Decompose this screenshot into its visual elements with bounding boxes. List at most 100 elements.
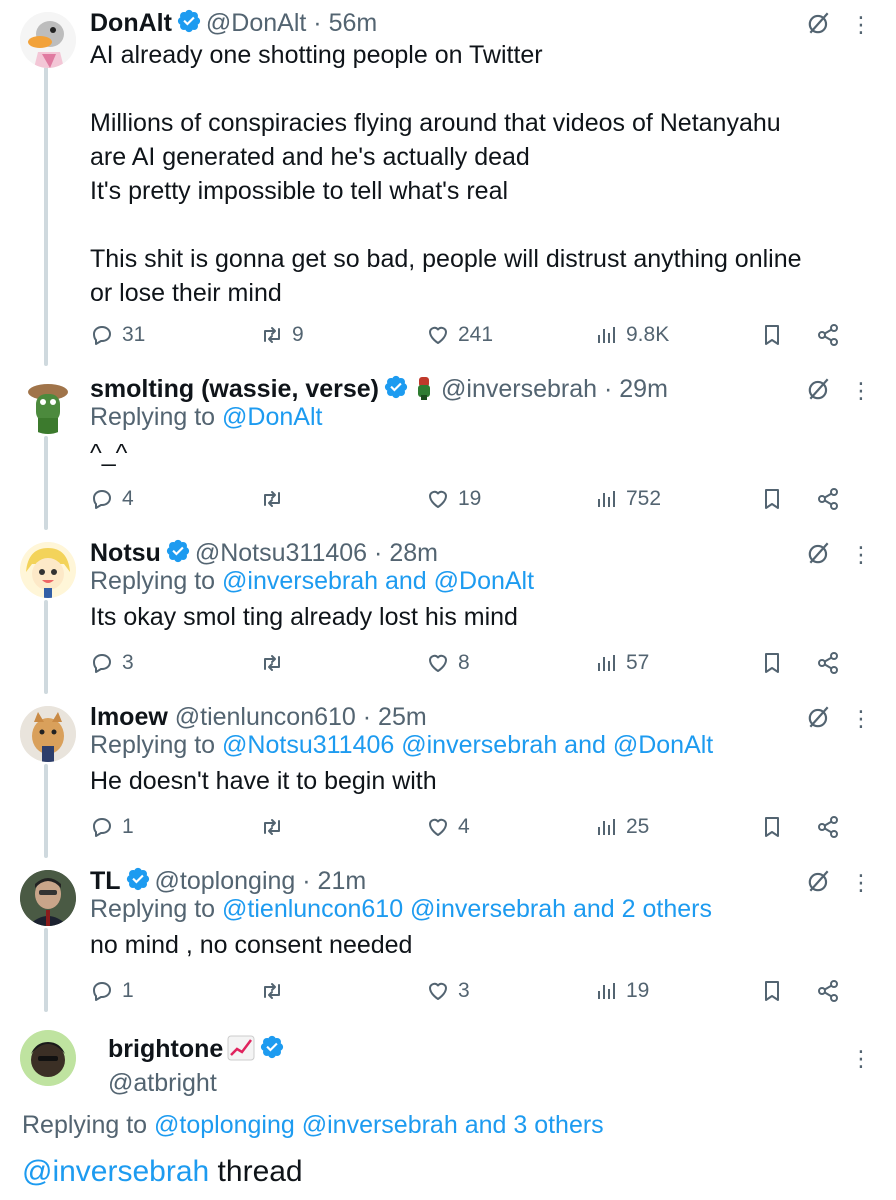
share-button[interactable] [816, 484, 840, 514]
views-icon [598, 655, 615, 671]
grok-icon[interactable] [806, 868, 832, 894]
replying-to-label: Replying to [90, 895, 216, 923]
share-button[interactable] [816, 976, 840, 1006]
heart-icon [429, 326, 447, 344]
tweet-text: AI already one shotting people on Twitte… [90, 41, 802, 307]
tweet-text: no mind , no consent needed [90, 931, 413, 959]
reply-icon [93, 982, 111, 1001]
retweet-button[interactable]: 9 [260, 320, 304, 350]
avatar[interactable] [20, 12, 76, 68]
display-name[interactable]: DonAlt [90, 9, 172, 37]
like-button[interactable]: 8 [426, 648, 470, 678]
reply-button[interactable]: 1 [90, 976, 134, 1006]
view-count: 752 [626, 487, 662, 510]
replying-to-link[interactable]: @DonAlt [222, 403, 322, 431]
avatar[interactable] [20, 706, 76, 762]
like-count: 3 [458, 979, 470, 1002]
display-name[interactable]: brightone [108, 1035, 223, 1063]
views-button[interactable]: 57 [594, 648, 649, 678]
views-button[interactable]: 19 [594, 976, 649, 1006]
replying-to-link[interactable]: @toplonging @inversebrah and 3 others [154, 1111, 604, 1139]
handle[interactable]: @Notsu311406 [195, 539, 367, 567]
timestamp[interactable]: · 56m [313, 9, 377, 37]
replying-to: Replying to @toplonging @inversebrah and… [22, 1108, 604, 1142]
share-button[interactable] [816, 320, 840, 350]
retweet-button[interactable] [260, 812, 292, 842]
thread-line [44, 600, 48, 694]
handle[interactable]: @inversebrah [441, 375, 597, 403]
tweet-text-body: thread [209, 1155, 303, 1188]
reply-button[interactable]: 3 [90, 648, 134, 678]
views-button[interactable]: 25 [594, 812, 649, 842]
avatar[interactable] [20, 1030, 76, 1086]
replying-to-link[interactable]: @inversebrah and @DonAlt [222, 567, 534, 595]
replying-to: Replying to @tienluncon610 @inversebrah … [90, 892, 712, 926]
display-name[interactable]: lmoew [90, 703, 168, 731]
timestamp[interactable]: · 25m [363, 703, 427, 731]
tweet-text: He doesn't have it to begin with [90, 767, 437, 795]
replying-to: Replying to @DonAlt [90, 400, 322, 434]
more-options-icon[interactable]: ⋮ [850, 378, 872, 404]
avatar[interactable] [20, 542, 76, 598]
like-button[interactable]: 4 [426, 812, 470, 842]
replying-to-link[interactable]: @Notsu311406 @inversebrah and @DonAlt [222, 731, 713, 759]
handle[interactable]: @atbright [108, 1066, 289, 1100]
avatar[interactable] [20, 378, 76, 434]
views-icon [598, 819, 615, 835]
handle[interactable]: @DonAlt [206, 9, 306, 37]
timestamp[interactable]: · 21m [302, 867, 366, 895]
more-options-icon[interactable]: ⋮ [850, 12, 872, 38]
chart-increasing-emoji-icon [227, 1035, 255, 1061]
like-button[interactable]: 241 [426, 320, 493, 350]
grok-icon[interactable] [806, 376, 832, 402]
view-count: 19 [626, 979, 650, 1002]
grok-icon[interactable] [806, 10, 832, 36]
share-button[interactable] [816, 812, 840, 842]
reply-button[interactable]: 4 [90, 484, 134, 514]
mention-link[interactable]: @inversebrah [22, 1155, 209, 1188]
more-options-icon[interactable]: ⋮ [850, 706, 872, 732]
replying-to-link[interactable]: @tienluncon610 @inversebrah and 2 others [222, 895, 712, 923]
retweet-button[interactable] [260, 484, 292, 514]
more-options-icon[interactable]: ⋮ [850, 1046, 872, 1072]
share-button[interactable] [816, 648, 840, 678]
display-name[interactable]: smolting (wassie, verse) [90, 375, 379, 403]
bookmark-button[interactable] [760, 484, 784, 514]
more-options-icon[interactable]: ⋮ [850, 542, 872, 568]
bookmark-icon [765, 653, 779, 673]
reply-button[interactable]: 31 [90, 320, 145, 350]
views-button[interactable]: 9.8K [594, 320, 669, 350]
views-icon [598, 327, 615, 343]
retweet-button[interactable] [260, 976, 292, 1006]
handle[interactable]: @tienluncon610 [175, 703, 356, 731]
views-button[interactable]: 752 [594, 484, 661, 514]
tweet-header: DonAlt @DonAlt · 56m [90, 6, 806, 40]
reply-icon [93, 654, 111, 673]
retweet-count: 9 [292, 323, 304, 346]
retweet-icon [264, 983, 280, 999]
avatar[interactable] [20, 870, 76, 926]
reply-button[interactable]: 1 [90, 812, 134, 842]
handle[interactable]: @toplonging [155, 867, 296, 895]
verified-badge-icon [126, 867, 149, 891]
like-count: 19 [458, 487, 482, 510]
bookmark-button[interactable] [760, 648, 784, 678]
share-icon [818, 980, 838, 1002]
reply-icon [93, 490, 111, 509]
like-count: 241 [458, 323, 494, 346]
like-button[interactable]: 19 [426, 484, 481, 514]
grok-icon[interactable] [806, 704, 832, 730]
timestamp[interactable]: · 29m [604, 375, 668, 403]
verified-badge-icon [177, 9, 201, 33]
retweet-icon [264, 655, 280, 671]
display-name[interactable]: TL [90, 867, 121, 895]
bookmark-button[interactable] [760, 812, 784, 842]
display-name[interactable]: Notsu [90, 539, 161, 567]
more-options-icon[interactable]: ⋮ [850, 870, 872, 896]
like-button[interactable]: 3 [426, 976, 470, 1006]
bookmark-button[interactable] [760, 976, 784, 1006]
bookmark-button[interactable] [760, 320, 784, 350]
timestamp[interactable]: · 28m [374, 539, 438, 567]
retweet-button[interactable] [260, 648, 292, 678]
grok-icon[interactable] [806, 540, 832, 566]
